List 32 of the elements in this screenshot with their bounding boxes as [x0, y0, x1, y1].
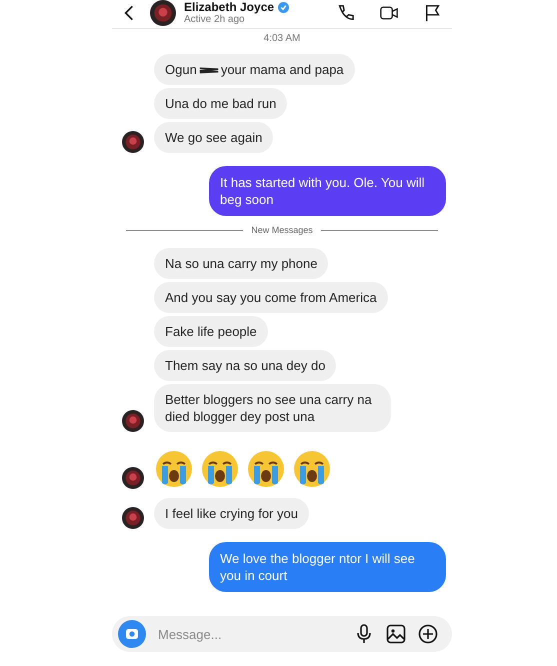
received-message: Better bloggers no see una carry na died blogger dey post una — [154, 384, 391, 432]
active-status: Active 2h ago — [184, 14, 246, 26]
received-message: And you say you come from America — [154, 282, 388, 313]
received-message: Na so una carry my phone — [154, 248, 328, 279]
sent-message: It has started with you. Ole. You will beg soon — [209, 166, 446, 216]
received-message: We go see again — [154, 122, 274, 153]
sent-message: We love the blogger ntor I will see you in court — [209, 542, 446, 592]
timestamp: 4:03 AM — [262, 33, 302, 44]
crying-face-emoji — [154, 449, 194, 489]
received-message: Them say na so una dey do — [154, 350, 336, 381]
microphone-icon[interactable] — [354, 624, 374, 644]
message-placeholder: Message... — [158, 626, 223, 642]
flag-icon[interactable] — [424, 4, 442, 22]
received-message: Una do me bad run — [154, 88, 288, 119]
message-text: your mama and papa — [220, 61, 344, 78]
crying-face-emoji — [246, 449, 286, 489]
redaction-mark — [198, 64, 219, 74]
received-message: I feel like crying for you — [154, 498, 309, 529]
image-icon[interactable] — [386, 624, 406, 644]
message-text: Ogun — [165, 61, 197, 78]
back-icon[interactable] — [124, 4, 134, 22]
camera-button[interactable] — [118, 620, 146, 648]
video-icon[interactable] — [380, 4, 398, 22]
crying-face-emoji — [292, 449, 332, 489]
phone-icon[interactable] — [336, 4, 354, 22]
add-icon[interactable] — [418, 624, 438, 644]
contact-name: Elizabeth Joyce — [184, 0, 274, 14]
new-messages-divider: New Messages — [251, 225, 313, 235]
message-field[interactable]: Message... — [112, 616, 452, 652]
crying-face-emoji — [200, 449, 240, 489]
received-message: Fake life people — [154, 316, 268, 347]
avatar-icon[interactable] — [150, 0, 176, 26]
